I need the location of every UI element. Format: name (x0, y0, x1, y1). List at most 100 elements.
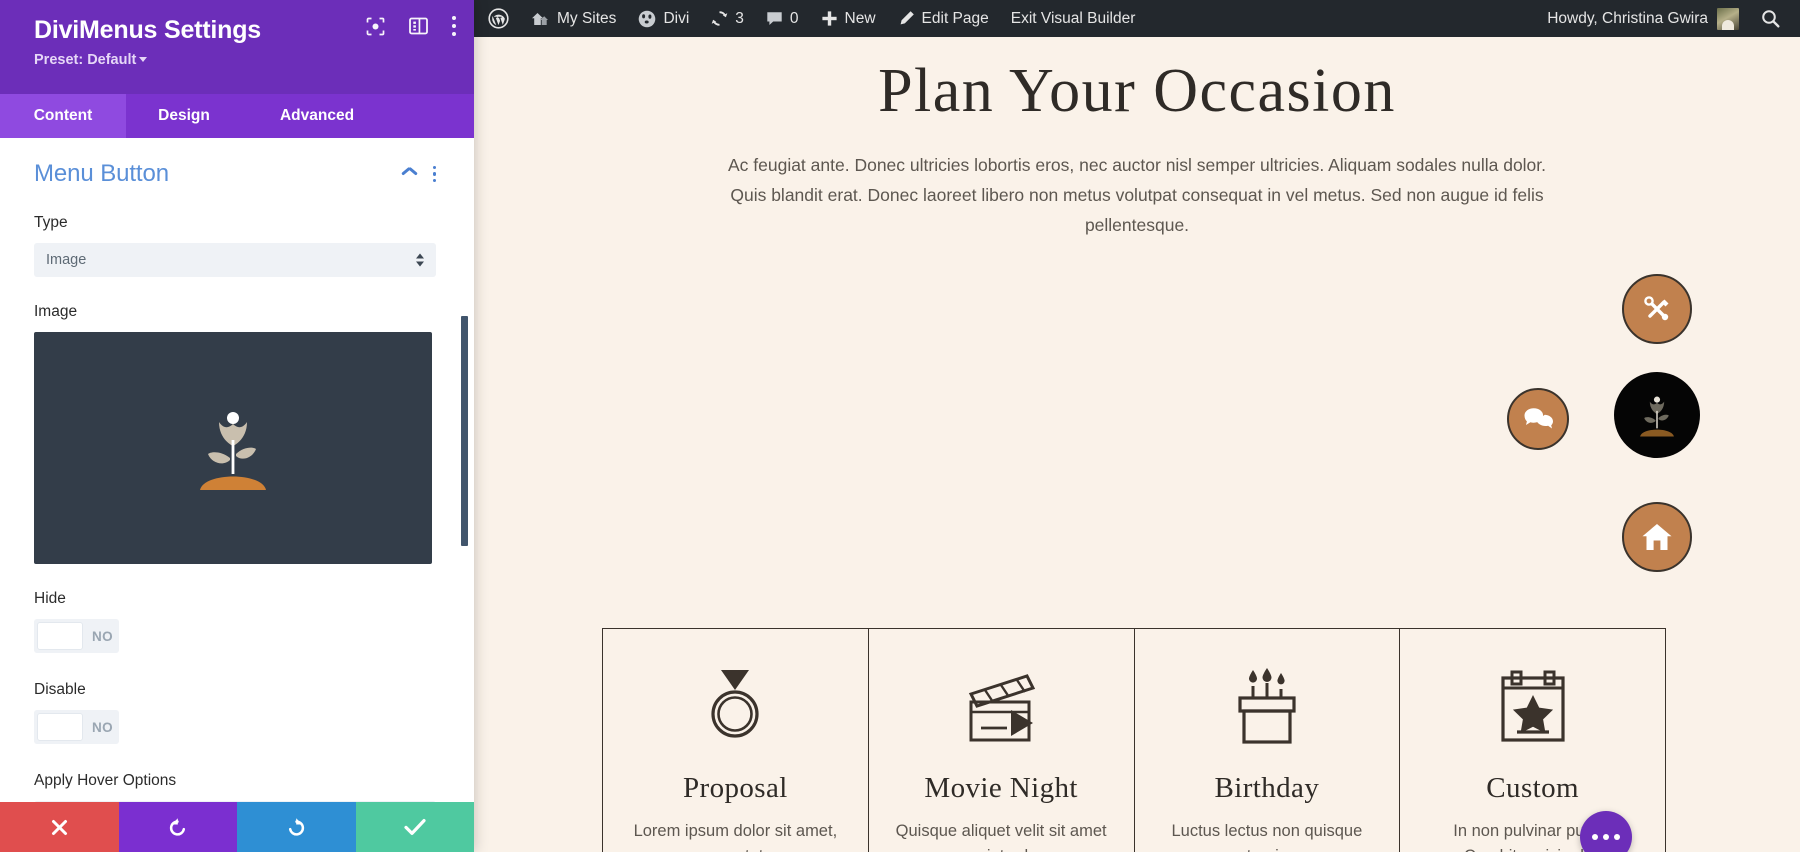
card-title: Custom (1486, 772, 1579, 804)
field-label-hide: Hide (34, 590, 66, 607)
flower-plant-icon (200, 412, 266, 490)
save-button[interactable] (355, 802, 474, 852)
settings-panel-header: DiviMenus Settings Preset: Default (0, 0, 474, 94)
section-header-icons (402, 165, 436, 183)
ellipsis-dot (1592, 834, 1598, 840)
chat-bubbles-icon (1524, 408, 1553, 429)
page-preview: Plan Your Occasion Ac feugiat ante. Done… (474, 37, 1800, 852)
divi-menu[interactable]: Divi (627, 0, 700, 37)
close-x-icon (51, 819, 67, 835)
divimenus-settings-panel: DiviMenus Settings Preset: Default Conte… (0, 0, 474, 852)
tab-design[interactable]: Design (126, 94, 242, 138)
my-sites-menu[interactable]: My Sites (520, 0, 627, 37)
plus-icon (821, 11, 837, 26)
new-label: New (844, 9, 876, 27)
chevron-up-icon[interactable] (402, 170, 417, 179)
exit-visual-builder-button[interactable]: Exit Visual Builder (1000, 0, 1147, 37)
card-description: Lorem ipsum dolor sit amet, consectetur (633, 822, 838, 852)
settings-panel-footer (0, 802, 474, 852)
my-sites-label: My Sites (557, 9, 617, 27)
kebab-menu-icon[interactable] (432, 165, 436, 183)
admin-bar-right: Howdy, Christina Gwira (1533, 0, 1800, 37)
menu-button-section-header: Menu Button (34, 160, 436, 188)
pencil-icon (900, 11, 914, 25)
new-content-menu[interactable]: New (810, 0, 887, 37)
ellipsis-dot (1614, 834, 1620, 840)
clapperboard-icon (961, 662, 1041, 746)
updates-menu[interactable]: 3 (700, 0, 755, 37)
field-hide: Hide NO (34, 590, 436, 655)
chat-menu-button[interactable] (1507, 388, 1569, 451)
card-description: Luctus lectus non quisque turpis (1171, 822, 1363, 852)
occasion-cards-row: Proposal Lorem ipsum dolor sit amet, con… (602, 628, 1666, 852)
preset-label: Preset: Default (34, 51, 137, 68)
redo-arrow-icon (288, 817, 304, 836)
field-disable: Disable NO (34, 681, 436, 746)
edit-page-label: Edit Page (921, 9, 989, 27)
card-title: Birthday (1214, 772, 1320, 804)
birthday-cake-icon (1231, 662, 1303, 746)
wordpress-logo-button[interactable] (474, 0, 520, 37)
field-label-image: Image (34, 303, 78, 320)
field-image: Image (34, 303, 436, 564)
tab-content[interactable]: Content (0, 94, 126, 138)
card-title: Proposal (683, 772, 788, 804)
field-type: Type Image (34, 214, 436, 277)
comment-bubble-icon (767, 11, 782, 25)
flower-menu-button[interactable] (1614, 372, 1700, 459)
visual-builder-screen: DiviMenus Settings Preset: Default Conte… (0, 0, 1800, 852)
avatar (1717, 7, 1739, 30)
card-birthday[interactable]: Birthday Luctus lectus non quisque turpi… (1135, 629, 1401, 852)
exit-visual-builder-label: Exit Visual Builder (1010, 9, 1136, 27)
disable-toggle-value: NO (92, 719, 114, 735)
updates-refresh-icon (711, 11, 728, 26)
calendar-star-icon (1497, 662, 1569, 746)
card-custom[interactable]: Custom In non pulvinar purus. Curabitur … (1400, 629, 1665, 852)
hide-toggle[interactable]: NO (34, 619, 119, 653)
redo-button[interactable] (237, 802, 356, 852)
ellipsis-dot (1603, 834, 1609, 840)
flower-plant-icon (1640, 396, 1674, 437)
tools-icon (1644, 296, 1669, 321)
card-movie-night[interactable]: Movie Night Quisque aliquet velit sit am… (869, 629, 1135, 852)
section-title: Menu Button (34, 160, 169, 187)
search-button[interactable] (1750, 0, 1800, 37)
updates-count: 3 (735, 9, 744, 27)
field-apply-hover-options: Apply Hover Options (34, 772, 436, 802)
tools-menu-button[interactable] (1622, 274, 1692, 345)
home-menu-button[interactable] (1622, 502, 1692, 573)
settings-tabs: Content Design Advanced (0, 94, 474, 138)
divi-logo-icon (639, 10, 656, 27)
settings-panel-body: Menu Button Type Image Image Hide NO Dis… (0, 138, 474, 802)
preset-selector[interactable]: Preset: Default (34, 52, 452, 68)
wordpress-admin-bar: My Sites Divi 3 0 New Edit Page Exit Vis… (474, 0, 1800, 37)
focus-frame-icon[interactable] (366, 17, 385, 36)
page-title: Plan Your Occasion (878, 57, 1396, 125)
image-preview[interactable] (34, 332, 432, 564)
divi-label: Divi (663, 9, 690, 27)
disable-toggle-knob (37, 713, 83, 741)
cancel-button[interactable] (0, 802, 119, 852)
checkmark-icon (404, 819, 426, 835)
settings-scrollbar[interactable] (461, 138, 468, 802)
disable-toggle[interactable]: NO (34, 710, 119, 744)
card-description: Quisque aliquet velit sit amet sem inter… (895, 822, 1107, 852)
comments-menu[interactable]: 0 (755, 0, 810, 37)
apply-hover-options-select[interactable] (34, 801, 436, 802)
layout-panel-icon[interactable] (409, 17, 428, 35)
undo-button[interactable] (118, 802, 237, 852)
select-stepper-icon (416, 253, 424, 267)
card-proposal[interactable]: Proposal Lorem ipsum dolor sit amet, con… (603, 629, 869, 852)
undo-arrow-icon (170, 817, 186, 836)
tab-advanced[interactable]: Advanced (242, 94, 392, 138)
settings-scroll-content: Menu Button Type Image Image Hide NO Dis… (0, 138, 474, 802)
type-select-value: Image (46, 252, 87, 268)
page-intro-paragraph: Ac feugiat ante. Donec ultricies loborti… (727, 155, 1547, 236)
type-select[interactable]: Image (34, 243, 436, 277)
kebab-menu-icon[interactable] (452, 16, 456, 36)
edit-page-menu[interactable]: Edit Page (887, 0, 1000, 37)
settings-panel-header-icons (366, 16, 456, 36)
settings-scrollbar-thumb[interactable] (461, 316, 468, 546)
account-menu[interactable]: Howdy, Christina Gwira (1533, 0, 1750, 37)
greeting-label: Howdy, Christina Gwira (1547, 9, 1708, 27)
